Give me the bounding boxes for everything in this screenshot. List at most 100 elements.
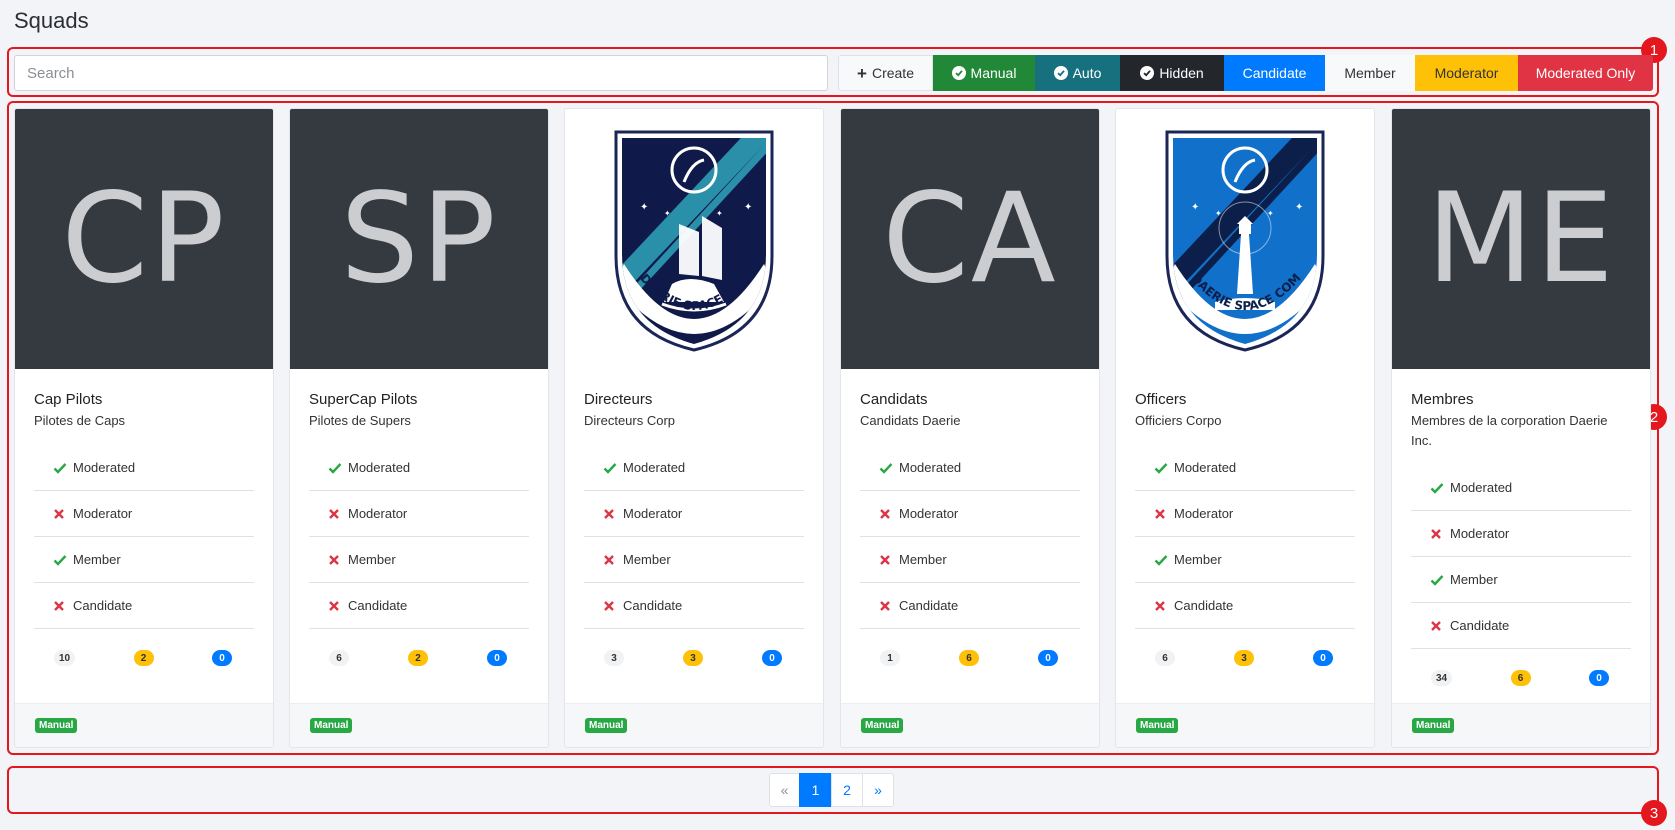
squad-description: Officiers Corpo xyxy=(1135,413,1222,428)
pagination: « 1 2 » xyxy=(769,773,894,807)
permission-list: Moderated Moderator Member Candidate xyxy=(860,445,1080,629)
candidate-count-badge: 2 xyxy=(133,650,154,666)
pagination-page-1[interactable]: 1 xyxy=(799,773,832,807)
permission-member: Member xyxy=(860,537,1080,583)
check-circle-icon xyxy=(951,66,966,80)
manual-tag: Manual xyxy=(35,718,78,733)
permission-list: Moderated Moderator Member Candidate xyxy=(584,445,804,629)
cross-icon xyxy=(328,553,344,567)
svg-text:✦: ✦ xyxy=(716,209,723,218)
permission-label: Moderated xyxy=(73,460,136,475)
manual-tag: Manual xyxy=(861,718,904,733)
create-button[interactable]: + Create xyxy=(838,55,933,91)
permission-label: Member xyxy=(348,552,396,567)
permission-list: Moderated Moderator Member Candidate xyxy=(34,445,254,629)
pagination-next[interactable]: » xyxy=(862,773,894,807)
check-circle-icon xyxy=(1053,66,1068,80)
member-count-badge: 34 xyxy=(1431,670,1453,686)
squad-logo: ✦✦✦✦DAERIE SPACE COMMAND xyxy=(565,109,823,369)
check-icon xyxy=(1430,481,1446,495)
auto-filter-button[interactable]: Auto xyxy=(1035,55,1120,91)
squad-card-body: Cap Pilots Pilotes de Caps Moderated Modera… xyxy=(15,369,273,687)
cross-icon xyxy=(603,599,619,613)
page-title: Squads xyxy=(14,8,89,33)
cross-icon xyxy=(1154,599,1170,613)
permission-label: Member xyxy=(73,552,121,567)
squad-counts: 34 6 0 xyxy=(1411,649,1631,707)
cross-icon xyxy=(603,507,619,521)
candidate-count-badge: 6 xyxy=(959,650,979,666)
svg-text:✦: ✦ xyxy=(1215,209,1222,218)
squad-card-body: Officers Officiers Corpo Moderated Moderato… xyxy=(1116,369,1374,687)
permission-list: Moderated Moderator Member Candidate xyxy=(1135,445,1355,629)
check-icon xyxy=(603,461,619,475)
permission-moderated: Moderated xyxy=(860,445,1080,491)
pagination-page-2[interactable]: 2 xyxy=(831,773,863,807)
pagination-prev[interactable]: « xyxy=(769,773,800,807)
squad-initials: CP xyxy=(61,167,227,311)
squad-counts: 6 3 0 xyxy=(1135,629,1355,687)
permission-moderator: Moderator xyxy=(860,491,1080,537)
squad-title: Officers xyxy=(1135,391,1187,408)
hidden-filter-button[interactable]: Hidden xyxy=(1120,55,1224,91)
cross-icon xyxy=(1430,527,1446,541)
permission-member: Member xyxy=(1135,537,1355,583)
squad-logo: ✦✦✦✦DAERIE SPACE COMMAND xyxy=(1116,109,1374,369)
permission-label: Moderator xyxy=(623,506,683,521)
check-icon xyxy=(1430,573,1446,587)
check-icon xyxy=(53,461,69,475)
permission-label: Candidate xyxy=(348,598,408,613)
squad-card-body: SuperCap Pilots Pilotes de Supers Moderate… xyxy=(290,369,548,687)
permission-candidate: Candidate xyxy=(34,583,254,629)
permission-label: Candidate xyxy=(623,598,683,613)
squad-card[interactable]: CP Cap Pilots Pilotes de Caps Moderated Mode… xyxy=(14,108,274,748)
squad-avatar: CP xyxy=(15,109,273,369)
permission-moderated: Moderated xyxy=(584,445,804,491)
squad-card[interactable]: SP SuperCap Pilots Pilotes de Supers Modera… xyxy=(289,108,549,748)
squad-card[interactable]: ✦✦✦✦DAERIE SPACE COMMAND Officers Officier… xyxy=(1115,108,1375,748)
svg-text:✦: ✦ xyxy=(640,202,648,213)
permission-label: Moderated xyxy=(348,460,411,475)
member-filter-button[interactable]: Member xyxy=(1325,55,1415,91)
permission-member: Member xyxy=(34,537,254,583)
svg-text:✦: ✦ xyxy=(744,202,752,213)
squad-avatar: ME xyxy=(1392,109,1650,369)
permission-candidate: Candidate xyxy=(1135,583,1355,629)
squad-initials: SP xyxy=(340,167,498,311)
cross-icon xyxy=(328,507,344,521)
search-input[interactable] xyxy=(14,55,828,91)
squad-card-footer: Manual xyxy=(290,703,548,747)
squad-card[interactable]: ✦✦✦✦DAERIE SPACE COMMANDDirecteursDirect… xyxy=(564,108,824,748)
member-count-badge: 6 xyxy=(329,650,349,666)
squad-card[interactable]: CA Candidats Candidats Daerie Moderated Mode… xyxy=(840,108,1100,748)
moderator-filter-button[interactable]: Moderator xyxy=(1415,55,1518,91)
moderator-count-badge: 0 xyxy=(1038,650,1058,666)
check-circle-icon xyxy=(1140,66,1155,80)
squad-card-footer: Manual xyxy=(1116,703,1374,747)
squad-description: Candidats Daerie xyxy=(860,413,961,428)
filter-button-group: + Create Manual Auto Hidden Candidate Me… xyxy=(838,55,1653,91)
candidate-filter-button[interactable]: Candidate xyxy=(1224,55,1325,91)
cross-icon xyxy=(603,553,619,567)
permission-moderated: Moderated xyxy=(309,445,529,491)
ship-crest-icon: ✦✦✦✦DAERIE SPACE COMMAND xyxy=(614,130,774,352)
permission-label: Moderated xyxy=(1450,480,1513,495)
permission-label: Member xyxy=(1174,552,1222,567)
candidate-count-badge: 3 xyxy=(1234,650,1254,666)
permission-label: Member xyxy=(899,552,947,567)
cross-icon xyxy=(53,599,69,613)
permission-moderator: Moderator xyxy=(309,491,529,537)
moderator-count-badge: 0 xyxy=(1313,650,1333,666)
cross-icon xyxy=(879,553,895,567)
member-count-badge: 6 xyxy=(1155,650,1175,666)
moderated-only-filter-button[interactable]: Moderated Only xyxy=(1518,55,1653,91)
svg-text:✦: ✦ xyxy=(664,209,671,218)
permission-label: Moderator xyxy=(899,506,959,521)
manual-filter-button[interactable]: Manual xyxy=(933,55,1035,91)
squad-title: Cap Pilots xyxy=(34,391,103,408)
candidate-count-badge: 3 xyxy=(683,650,703,666)
member-count-badge: 3 xyxy=(604,650,624,666)
manual-tag: Manual xyxy=(585,718,628,733)
permission-label: Member xyxy=(1450,572,1498,587)
squad-card[interactable]: ME Membres Membres de la corporation Daeri… xyxy=(1391,108,1651,748)
